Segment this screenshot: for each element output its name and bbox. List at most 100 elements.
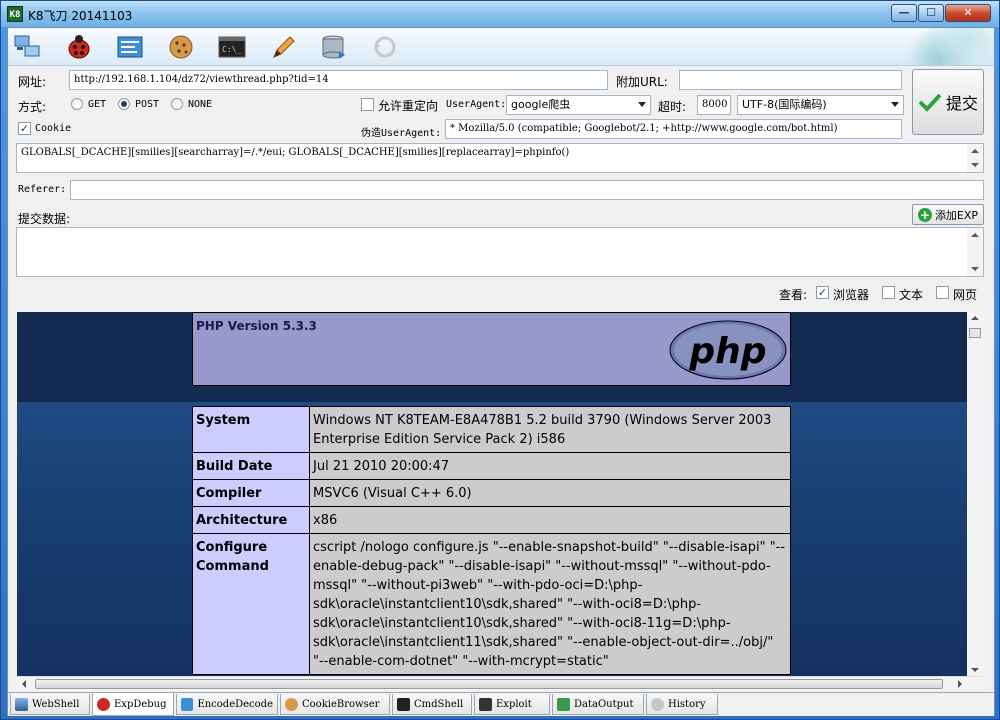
table-key: Architecture — [192, 506, 310, 534]
maximize-button[interactable]: ☐ — [918, 4, 944, 22]
network-icon[interactable] — [12, 32, 44, 62]
client-area: C:\_ 网址: http://192.168.1.104/dz72/viewt… — [7, 27, 995, 716]
view-webpage-checkbox[interactable] — [936, 286, 949, 299]
post-data-scrollbar[interactable] — [967, 228, 983, 276]
history-icon[interactable] — [369, 32, 401, 62]
php-version: PHP Version 5.3.3 — [196, 319, 317, 333]
encoding-value: UTF-8(国际编码) — [742, 98, 827, 111]
cmd-icon — [397, 697, 410, 711]
data-output-icon — [557, 697, 570, 711]
useragent-value: google爬虫 — [511, 98, 571, 111]
tab-expdebug[interactable]: ExpDebug — [92, 693, 174, 716]
minimize-button[interactable]: — — [891, 4, 917, 22]
tab-label: EncodeDecode — [197, 698, 273, 710]
browser-horizontal-scrollbar[interactable] — [17, 676, 983, 690]
timeout-label: 超时: — [658, 100, 687, 114]
tab-label: Exploit — [496, 698, 532, 710]
table-row: Configure Command cscript /nologo config… — [192, 533, 791, 675]
method-get-radio[interactable] — [71, 98, 83, 110]
tab-cmdshell[interactable]: CmdShell — [392, 694, 472, 715]
encoding-select[interactable]: UTF-8(国际编码) — [737, 95, 904, 115]
phpinfo-table: System Windows NT K8TEAM-E8A478B1 5.2 bu… — [192, 406, 791, 675]
extra-url-input[interactable] — [679, 70, 902, 90]
scrollbar-thumb[interactable] — [35, 679, 943, 689]
tab-label: ExpDebug — [114, 698, 167, 710]
bug-icon — [97, 697, 110, 711]
view-webpage-label: 网页 — [953, 288, 978, 302]
add-exp-label: 添加EXP — [934, 208, 979, 222]
cmd-icon[interactable]: C:\_ — [216, 32, 248, 62]
pen-icon[interactable] — [267, 32, 299, 62]
table-key: System — [192, 406, 310, 453]
add-exp-button[interactable]: + 添加EXP — [912, 204, 984, 225]
tab-encodedecode[interactable]: EncodeDecode — [176, 694, 278, 715]
close-button[interactable]: ✕ — [945, 4, 991, 22]
referer-input[interactable] — [70, 180, 984, 200]
browser-view[interactable]: PHP Version 5.3.3 php System Windows NT … — [17, 312, 983, 676]
method-none-radio[interactable] — [171, 98, 183, 110]
bug-icon[interactable] — [63, 32, 95, 62]
useragent-label: UserAgent: — [446, 99, 507, 110]
method-get-label: GET — [88, 99, 107, 110]
table-row: Build Date Jul 21 2010 20:00:47 — [192, 452, 791, 480]
table-value: x86 — [309, 506, 791, 534]
exploit-icon — [479, 697, 492, 711]
tab-history[interactable]: History — [646, 694, 718, 715]
timeout-input[interactable]: 8000 — [697, 95, 731, 115]
encode-icon[interactable] — [114, 32, 146, 62]
tab-cookiebrowser[interactable]: CookieBrowser — [280, 694, 390, 715]
table-value: Windows NT K8TEAM-E8A478B1 5.2 build 379… — [309, 406, 791, 453]
method-label: 方式: — [18, 100, 47, 114]
method-post-radio[interactable] — [118, 98, 130, 110]
extra-url-label: 附加URL: — [616, 75, 668, 89]
php-logo: php — [669, 320, 787, 380]
database-icon[interactable] — [318, 32, 350, 62]
tab-label: DataOutput — [574, 698, 634, 710]
plus-icon: + — [917, 207, 932, 222]
table-row: System Windows NT K8TEAM-E8A478B1 5.2 bu… — [192, 406, 791, 453]
cookie-scrollbar[interactable] — [967, 144, 983, 172]
view-label: 查看: — [779, 288, 808, 302]
fake-useragent-label: 伪造UserAgent: — [361, 128, 442, 139]
cookie-text: GLOBALS[_DCACHE][smilies][searcharray]=/… — [21, 147, 570, 158]
redirect-label: 允许重定向 — [378, 99, 439, 113]
table-key: Compiler — [192, 479, 310, 507]
submit-label: 提交 — [945, 94, 978, 113]
view-browser-checkbox[interactable]: ✓ — [816, 286, 829, 299]
post-data-textarea[interactable] — [16, 227, 984, 277]
table-value: Jul 21 2010 20:00:47 — [309, 452, 791, 480]
cookie-icon — [285, 697, 298, 711]
chevron-down-icon — [891, 102, 899, 107]
method-post-label: POST — [135, 99, 160, 110]
history-icon — [651, 697, 664, 711]
encode-icon — [181, 697, 194, 711]
tab-label: WebShell — [32, 698, 80, 710]
redirect-checkbox[interactable] — [361, 98, 374, 111]
tab-webshell[interactable]: WebShell — [10, 694, 90, 715]
useragent-select[interactable]: google爬虫 — [506, 95, 651, 115]
submit-button[interactable]: 提交 — [912, 69, 984, 135]
tab-label: CookieBrowser — [302, 698, 380, 710]
table-row: Compiler MSVC6 (Visual C++ 6.0) — [192, 479, 791, 507]
cookie-checkbox[interactable]: ✓ — [18, 122, 31, 135]
phpinfo-header: PHP Version 5.3.3 php — [192, 312, 791, 386]
table-value: cscript /nologo configure.js "--enable-s… — [309, 533, 791, 675]
view-text-checkbox[interactable] — [882, 286, 895, 299]
tab-label: CmdShell — [414, 698, 464, 710]
cookie-label: Cookie — [35, 123, 72, 134]
chevron-down-icon — [638, 102, 646, 107]
cookie-textarea[interactable]: GLOBALS[_DCACHE][smilies][searcharray]=/… — [16, 143, 984, 173]
table-key: Configure Command — [192, 533, 310, 675]
fake-useragent-input[interactable]: * Mozilla/5.0 (compatible; Googlebot/2.1… — [445, 119, 902, 139]
method-none-label: NONE — [188, 99, 213, 110]
app-window: K8 K8飞刀 20141103 — ☐ ✕ C:\_ 网址: http://1… — [0, 0, 1000, 720]
tab-exploit[interactable]: Exploit — [474, 694, 550, 715]
url-label: 网址: — [18, 75, 47, 89]
tab-dataoutput[interactable]: DataOutput — [552, 694, 644, 715]
cookie-icon[interactable] — [165, 32, 197, 62]
url-input[interactable]: http://192.168.1.104/dz72/viewthread.php… — [69, 70, 608, 90]
browser-vertical-scrollbar[interactable] — [967, 312, 983, 676]
referer-label: Referer: — [18, 184, 67, 195]
toolbar: C:\_ — [8, 28, 994, 66]
view-browser-label: 浏览器 — [833, 288, 870, 302]
